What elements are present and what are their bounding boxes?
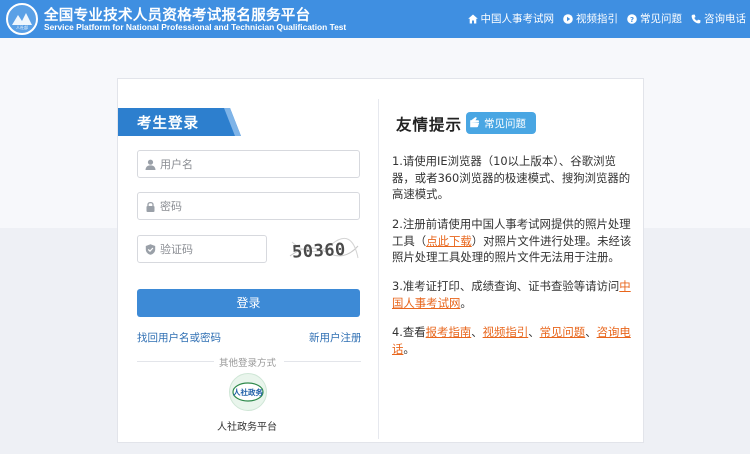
nav-item-faq[interactable]: ? 常见问题: [627, 11, 682, 26]
shield-icon: [145, 244, 156, 255]
top-nav: 中国人事考试网 视频指引 ? 常见问题 咨询电话: [459, 11, 746, 26]
svg-text:?: ?: [630, 16, 634, 24]
home-icon: [467, 14, 478, 23]
nav-label: 视频指引: [576, 13, 618, 25]
faq-badge-button[interactable]: 常见问题: [466, 112, 536, 134]
site-subtitle: Service Platform for National Profession…: [44, 22, 347, 32]
password-input[interactable]: [160, 193, 350, 219]
lock-icon: [146, 201, 155, 212]
card-divider: [378, 99, 379, 439]
nav-label: 咨询电话: [704, 13, 746, 25]
svg-text:人社部: 人社部: [16, 24, 28, 30]
login-card: 考生登录 50360 登录 找回用户名或密码 新用户注册 其他登录方式 人社政务…: [117, 78, 644, 443]
login-tab-label: 考生登录: [137, 116, 199, 132]
phone-icon: [691, 14, 701, 23]
play-icon: [563, 13, 573, 24]
register-link[interactable]: 新用户注册: [309, 330, 362, 345]
username-input[interactable]: [160, 151, 350, 177]
tips-title: 友情提示: [396, 116, 463, 134]
captcha-image[interactable]: 50360: [288, 234, 360, 264]
other-login-label: 其他登录方式: [219, 358, 277, 369]
nav-item-phone[interactable]: 咨询电话: [691, 11, 746, 26]
divider-right: [284, 361, 361, 362]
tip-4: 4.查看报考指南、视频指引、常见问题、咨询电话。: [392, 324, 636, 357]
nav-label: 中国人事考试网: [480, 13, 555, 25]
nav-item-video[interactable]: 视频指引: [563, 11, 618, 26]
tip-text: 4.查看: [392, 325, 426, 339]
user-icon: [145, 159, 156, 170]
nav-item-cpta[interactable]: 中国人事考试网: [467, 11, 555, 26]
separator: 、: [471, 325, 483, 339]
login-button[interactable]: 登录: [137, 289, 360, 317]
separator: 、: [528, 325, 540, 339]
nav-label: 常见问题: [640, 13, 682, 25]
divider-left: [137, 361, 214, 362]
tip-text: 。: [460, 295, 472, 310]
tip-3: 3.准考证打印、成绩查询、证书查验等请访问中国人事考试网。: [392, 278, 636, 311]
svg-text:50360: 50360: [292, 240, 347, 263]
tip-text: 。: [403, 341, 415, 356]
tip-2: 2.注册前请使用中国人事考试网提供的照片处理工具（点此下载）对照片文件进行处理。…: [392, 216, 636, 266]
faq-link[interactable]: 常见问题: [540, 325, 586, 339]
site-logo[interactable]: 人社部: [6, 3, 38, 35]
photo-tool-download-link[interactable]: 点此下载: [426, 234, 472, 248]
pointing-hand-icon: [470, 117, 480, 128]
separator: 、: [585, 325, 597, 339]
question-icon: ?: [627, 13, 637, 24]
captcha-graphic: 50360: [289, 237, 359, 263]
gov-logo-icon: 人社政务: [232, 382, 264, 402]
password-field[interactable]: [137, 192, 360, 220]
emblem-icon: 人社部: [12, 13, 32, 30]
login-tab[interactable]: 考生登录: [118, 108, 241, 136]
username-field[interactable]: [137, 150, 360, 178]
captcha-input[interactable]: [160, 236, 260, 262]
svg-text:人社政务: 人社政务: [233, 387, 263, 397]
tip-text: 3.准考证打印、成绩查询、证书查验等请访问: [392, 279, 620, 293]
tip-1: 1.请使用IE浏览器（10以上版本）、谷歌浏览器，或者360浏览器的极速模式、搜…: [392, 154, 631, 201]
header-bar: 人社部 全国专业技术人员资格考试报名服务平台 Service Platform …: [0, 0, 750, 38]
forgot-link[interactable]: 找回用户名或密码: [137, 330, 221, 345]
video-guide-link[interactable]: 视频指引: [483, 325, 529, 339]
captcha-field[interactable]: [137, 235, 267, 263]
faq-badge-label: 常见问题: [484, 117, 526, 130]
gov-platform-label[interactable]: 人社政务平台: [217, 418, 277, 433]
gov-platform-logo[interactable]: 人社政务: [229, 373, 267, 411]
exam-guide-link[interactable]: 报考指南: [426, 325, 472, 339]
